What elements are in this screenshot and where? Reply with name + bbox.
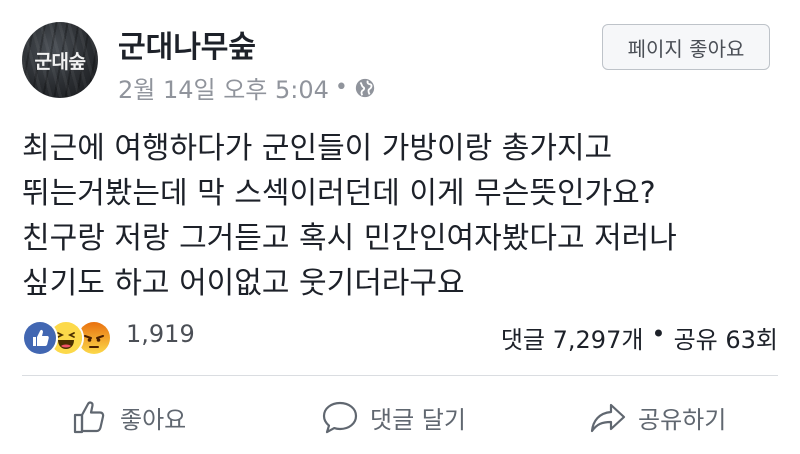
action-divider [22, 375, 778, 376]
share-label: 공유하기 [638, 405, 727, 434]
post-line: 최근에 여행하다가 군인들이 가방이랑 총가지고 [22, 131, 613, 166]
post-line: 친구랑 저랑 그거듣고 혹시 민간인여자봤다고 저러나 [22, 221, 677, 256]
comment-count[interactable]: 댓글 7,297개 [501, 320, 644, 355]
post-timestamp[interactable]: 2월 14일 오후 5:04 [118, 70, 329, 105]
avatar-label: 군대숲 [34, 50, 86, 73]
post-meta: 2월 14일 오후 5:04 • [118, 70, 376, 105]
post-header: 군대숲 군대나무숲 2월 14일 오후 5:04 • 페이지 좋아요 [0, 0, 800, 110]
engagement-counts: 댓글 7,297개 • 공유 63회 [501, 320, 778, 355]
like-reaction-icon [22, 320, 58, 356]
share-button[interactable]: 공유하기 [588, 395, 726, 439]
page-name-link[interactable]: 군대나무숲 [118, 22, 256, 66]
like-button[interactable]: 좋아요 [70, 395, 186, 439]
like-page-button[interactable]: 페이지 좋아요 [602, 24, 770, 70]
meta-separator: • [334, 75, 348, 100]
stats-separator: • [651, 320, 666, 348]
post-actions: 좋아요 댓글 달기 공유하기 [0, 385, 800, 445]
post-line: 싶기도 하고 어이없고 웃기더라구요 [22, 266, 465, 301]
page-avatar[interactable]: 군대숲 [22, 22, 98, 98]
comment-bubble-icon [322, 401, 358, 434]
post-body: 최근에 여행하다가 군인들이 가방이랑 총가지고 뛰는거봤는데 막 스섹이러던데… [22, 126, 782, 306]
comment-label: 댓글 달기 [370, 405, 466, 434]
like-label: 좋아요 [120, 405, 187, 434]
globe-icon [355, 78, 375, 97]
share-count[interactable]: 공유 63회 [674, 320, 778, 355]
thumbs-up-icon [73, 401, 105, 434]
share-arrow-icon [590, 403, 626, 433]
reaction-count[interactable]: 1,919 [126, 320, 195, 348]
post-line: 뛰는거봤는데 막 스섹이러던데 이게 무슨뜻인가요? [22, 176, 656, 211]
comment-button[interactable]: 댓글 달기 [320, 395, 466, 439]
post-stats: 1,919 댓글 7,297개 • 공유 63회 [22, 318, 778, 358]
